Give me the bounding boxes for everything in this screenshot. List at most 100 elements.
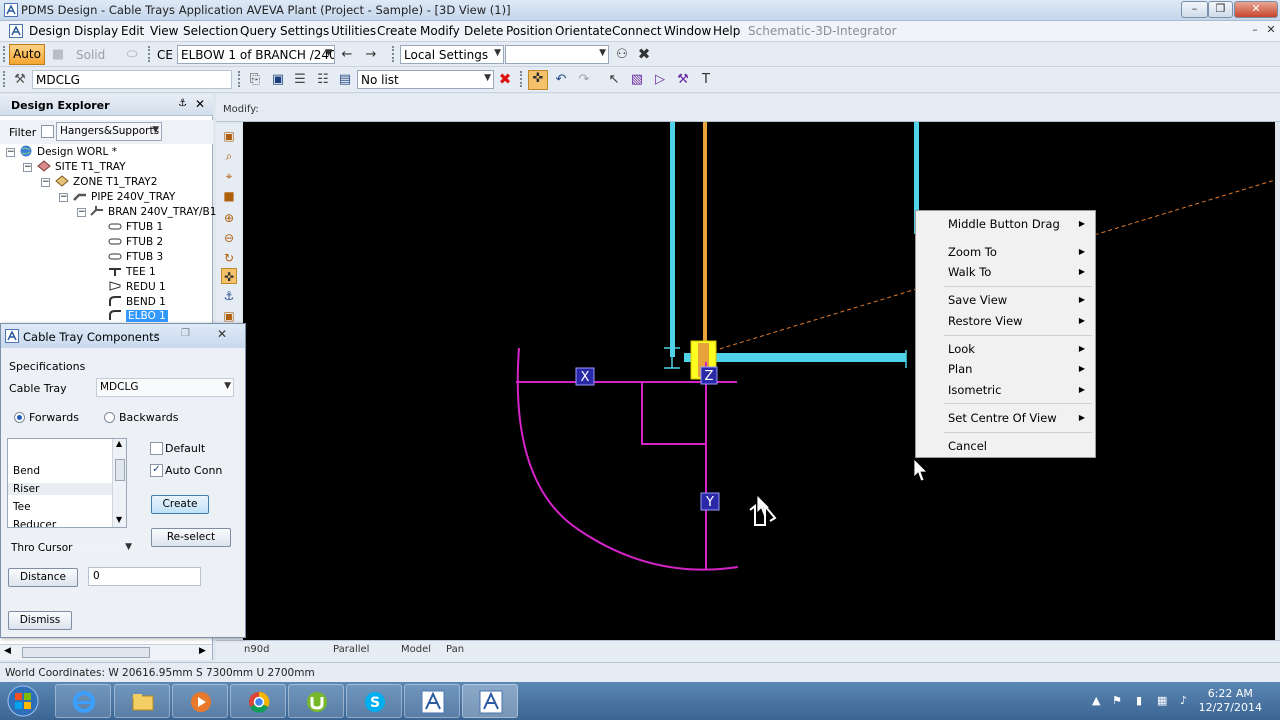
list-item-reducer[interactable]: Reducer (13, 519, 56, 527)
menu-create[interactable]: Create (377, 24, 417, 38)
tree-collapse-toggle[interactable]: − (41, 178, 50, 187)
graphics-pick-icon[interactable]: ▧ (629, 72, 645, 88)
toolbar-grip[interactable] (520, 71, 523, 87)
cable-tray-horizontal[interactable] (684, 353, 906, 362)
menu-item-save-view[interactable]: Save View (948, 293, 1007, 307)
rotate-icon[interactable]: ↻ (221, 250, 237, 266)
close-icon[interactable]: ✕ (217, 327, 227, 341)
taskbar-internet-explorer[interactable] (55, 684, 111, 718)
taskbar-chrome[interactable] (230, 684, 286, 718)
positioning-combo[interactable]: Thro Cursor ▼ (7, 539, 135, 558)
tools-icon[interactable]: ⚒ (675, 72, 691, 88)
component-type-list[interactable]: Bend Riser Tee Reducer ▲ ▼ (7, 438, 127, 528)
scroll-up-icon[interactable]: ▲ (116, 439, 122, 448)
tree-collapse-toggle[interactable]: − (59, 193, 68, 202)
menu-delete[interactable]: Delete (464, 24, 503, 38)
cylinder-icon[interactable]: ⬭ (124, 47, 140, 63)
zoom-fit-icon[interactable]: ⌖ (221, 168, 237, 184)
wireframe-icon[interactable]: ■ (50, 47, 66, 63)
menu-item-isometric[interactable]: Isometric (948, 383, 1001, 397)
menu-orientate[interactable]: Orientate (555, 24, 612, 38)
list-item-tee[interactable]: Tee (13, 501, 31, 513)
menu-connect[interactable]: Connect (612, 24, 662, 38)
dismiss-button[interactable]: Dismiss (8, 611, 72, 630)
distance-button[interactable]: Distance (8, 568, 78, 587)
menu-utilities[interactable]: Utilities (331, 24, 376, 38)
text-tool-icon[interactable]: T (698, 72, 714, 88)
default-checkbox[interactable] (150, 442, 163, 455)
menu-position[interactable]: Position (506, 24, 553, 38)
pan-icon[interactable]: ✜ (221, 268, 237, 284)
tree-item-ftub-1[interactable]: FTUB 1 (108, 220, 163, 233)
model-icon[interactable]: ▣ (221, 308, 237, 324)
menu-view[interactable]: View (150, 24, 178, 38)
current-element-combo[interactable]: ELBOW 1 of BRANCH /240V_ ▼ (177, 45, 335, 64)
toolbar-grip[interactable] (3, 46, 6, 62)
toolbar-grip[interactable] (148, 46, 151, 62)
start-button[interactable] (6, 684, 46, 718)
backwards-radio[interactable] (104, 412, 115, 423)
tree-item-site[interactable]: SITE T1_TRAY (37, 160, 126, 173)
scroll-left-icon[interactable]: ◀ (4, 646, 11, 656)
tree-item-bend[interactable]: BEND 1 (108, 295, 166, 308)
close-icon[interactable]: ✕ (195, 97, 205, 111)
binoculars-icon[interactable]: ⚇ (614, 47, 630, 63)
menu-window[interactable]: Window (664, 24, 711, 38)
zoom-out-icon[interactable]: ⊖ (221, 230, 237, 246)
tree-item-ftub-2[interactable]: FTUB 2 (108, 235, 163, 248)
menu-item-walk-to[interactable]: Walk To (948, 265, 991, 279)
forwards-radio[interactable] (14, 412, 25, 423)
zoom-in-icon[interactable]: ⊕ (221, 210, 237, 226)
tree-item-elbow[interactable]: ELBO 1 (108, 309, 168, 322)
menu-item-middle-button-drag[interactable]: Middle Button Drag (948, 217, 1060, 231)
menu-schematic-integrator[interactable]: Schematic-3D-Integrator (748, 24, 897, 38)
volume-icon[interactable]: ♪ (1180, 694, 1187, 707)
pin-icon[interactable]: ⚓ (178, 98, 187, 109)
forward-arrow-icon[interactable]: → (363, 47, 379, 63)
view-box-icon[interactable]: ▣ (221, 128, 237, 144)
menu-query[interactable]: Query (240, 24, 276, 38)
minimize-button[interactable]: – (1181, 1, 1208, 18)
taskbar-media-player[interactable] (172, 684, 228, 718)
scroll-thumb[interactable] (22, 647, 150, 658)
back-arrow-icon[interactable]: ← (339, 47, 355, 63)
tray-expand-icon[interactable]: ▲ (1092, 694, 1100, 707)
taskbar-clock[interactable]: 6:22 AM 12/27/2014 (1199, 687, 1262, 715)
menu-item-restore-view[interactable]: Restore View (948, 314, 1023, 328)
cable-tray-spec-combo[interactable]: MDCLG ▼ (96, 378, 234, 397)
reselect-button[interactable]: Re-select (151, 528, 231, 547)
network-icon[interactable]: ▦ (1157, 694, 1167, 707)
scroll-right-icon[interactable]: ▶ (199, 646, 206, 656)
auto-conn-checkbox[interactable]: ✓ (150, 464, 163, 477)
taskbar-aveva-1[interactable] (404, 684, 460, 718)
create-button[interactable]: Create (151, 495, 209, 514)
distance-input[interactable]: 0 (88, 567, 201, 586)
tree-item-zone[interactable]: ZONE T1_TRAY2 (55, 175, 157, 188)
tree-item-tee[interactable]: TEE 1 (108, 265, 156, 278)
undo-icon[interactable]: ↶ (553, 72, 569, 88)
restore-icon[interactable]: ❐ (181, 328, 190, 339)
minimize-icon[interactable]: – (154, 327, 160, 340)
delete-list-icon[interactable]: ✖ (497, 71, 513, 87)
menu-help[interactable]: Help (713, 24, 740, 38)
dialog-title-bar[interactable]: Cable Tray Components – ❐ ✕ (1, 324, 245, 348)
menu-edit[interactable]: Edit (121, 24, 144, 38)
clear-icon[interactable]: ✖ (636, 46, 652, 62)
mdi-close-icon[interactable]: ✕ (1264, 23, 1278, 38)
settings-secondary-combo[interactable]: ▼ (505, 45, 609, 64)
list-item-bend[interactable]: Bend (13, 465, 40, 477)
mdi-minimize-icon[interactable]: – (1248, 23, 1262, 38)
explorer-horizontal-scrollbar[interactable]: ◀ ▶ (0, 644, 212, 660)
filter-checkbox[interactable] (41, 125, 54, 138)
zoom-window-icon[interactable]: ⌕ (221, 148, 237, 164)
taskbar-aveva-2[interactable] (462, 684, 518, 718)
filter-combo[interactable]: Hangers&Supports ▼ (56, 122, 162, 141)
tree-item-pipe[interactable]: PIPE 240V_TRAY (73, 190, 175, 203)
action-center-flag-icon[interactable]: ⚑ (1112, 694, 1122, 707)
list-view-icon[interactable]: ▤ (337, 72, 353, 88)
select-cursor-icon[interactable]: ↖ (606, 72, 622, 88)
cable-tray-rail-left[interactable] (670, 122, 675, 357)
toolbar-grip[interactable] (392, 46, 395, 62)
solid-button[interactable]: Solid (76, 48, 105, 62)
taskbar-skype[interactable]: S (346, 684, 402, 718)
